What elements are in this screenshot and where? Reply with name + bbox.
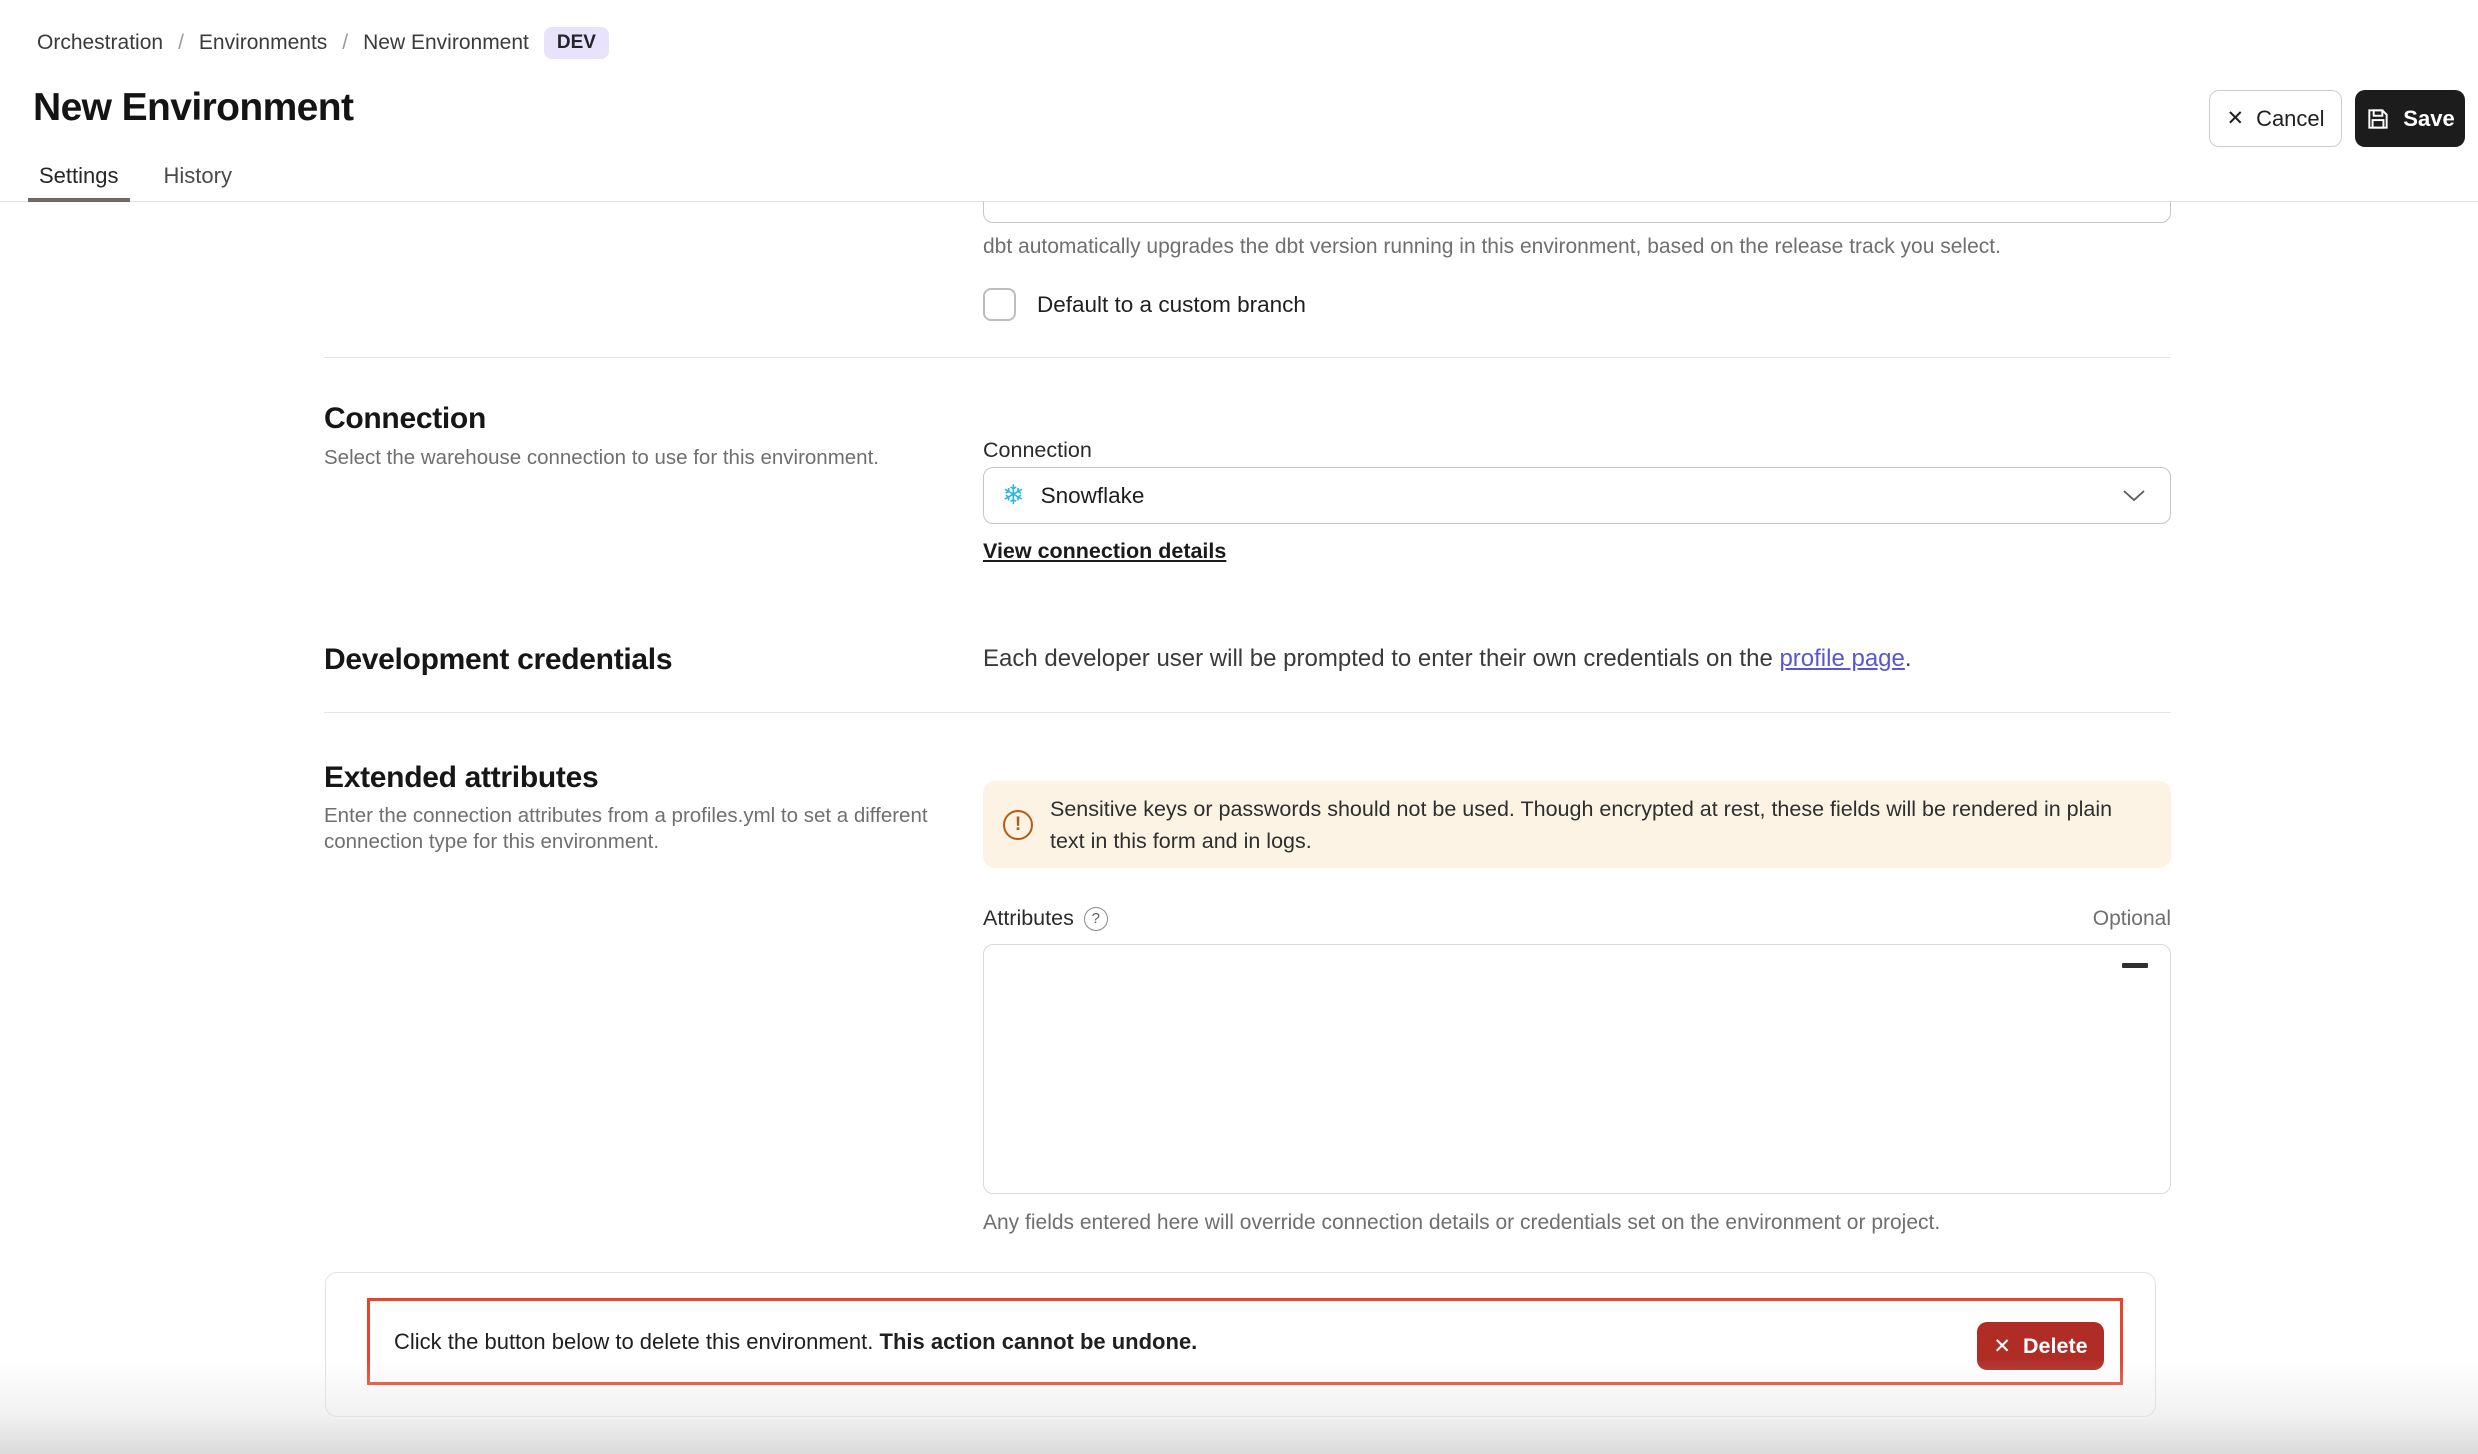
delete-button[interactable]: ✕ Delete (1977, 1322, 2104, 1370)
delete-highlight-box: Click the button below to delete this en… (367, 1298, 2123, 1385)
delete-message-bold: This action cannot be undone. (880, 1329, 1198, 1354)
dev-badge: DEV (544, 27, 609, 59)
connection-select[interactable]: ❄ Snowflake (983, 467, 2171, 524)
connection-heading: Connection (324, 402, 486, 436)
custom-branch-label: Default to a custom branch (1037, 292, 1306, 318)
connection-selected-value: Snowflake (1041, 483, 2122, 509)
extended-attributes-description: Enter the connection attributes from a p… (324, 803, 969, 855)
delete-message: Click the button below to delete this en… (394, 1329, 1197, 1355)
connection-description: Select the warehouse connection to use f… (324, 445, 964, 471)
close-icon: ✕ (2226, 108, 2244, 129)
view-connection-details-link[interactable]: View connection details (983, 539, 1226, 564)
section-divider (324, 712, 2171, 713)
attributes-editor[interactable] (983, 944, 2171, 1194)
tab-history[interactable]: History (153, 154, 243, 202)
custom-branch-row: Default to a custom branch (983, 288, 1306, 321)
save-icon (2365, 106, 2391, 132)
sensitive-keys-warning: ! Sensitive keys or passwords should not… (983, 781, 2171, 868)
release-track-helper: dbt automatically upgrades the dbt versi… (983, 235, 2001, 259)
help-icon[interactable]: ? (1084, 907, 1108, 931)
extended-attributes-heading: Extended attributes (324, 761, 598, 795)
devcred-text-after: . (1905, 645, 1912, 672)
warning-text: Sensitive keys or passwords should not b… (1050, 793, 2151, 857)
tab-settings[interactable]: Settings (28, 154, 130, 202)
page-header: Orchestration / Environments / New Envir… (0, 0, 2478, 202)
breadcrumb: Orchestration / Environments / New Envir… (37, 27, 609, 59)
profile-page-link[interactable]: profile page (1779, 645, 1904, 672)
connection-field-label: Connection (983, 438, 1092, 463)
devcred-text-before: Each developer user will be prompted to … (983, 645, 1779, 672)
breadcrumb-orchestration[interactable]: Orchestration (37, 31, 163, 55)
attributes-label-row: Attributes ? Optional (983, 906, 2171, 931)
section-divider (324, 357, 2171, 358)
alert-circle-icon: ! (1003, 810, 1033, 840)
save-button-label: Save (2403, 106, 2454, 132)
attributes-field-label: Attributes (983, 906, 1074, 931)
breadcrumb-separator: / (178, 31, 184, 55)
breadcrumb-new-environment[interactable]: New Environment (363, 31, 529, 55)
chevron-down-icon (2122, 489, 2146, 502)
optional-label: Optional (2093, 907, 2171, 931)
page-title: New Environment (33, 86, 353, 130)
danger-zone-card: Click the button below to delete this en… (325, 1272, 2156, 1417)
snowflake-icon: ❄ (1002, 482, 1025, 509)
development-credentials-text: Each developer user will be prompted to … (983, 645, 1912, 673)
delete-button-label: Delete (2023, 1334, 2088, 1359)
custom-branch-checkbox[interactable] (983, 288, 1016, 321)
breadcrumb-separator: / (342, 31, 348, 55)
save-button[interactable]: Save (2355, 90, 2465, 147)
cancel-button[interactable]: ✕ Cancel (2209, 90, 2342, 147)
close-icon: ✕ (1993, 1336, 2011, 1357)
tab-bar: Settings History (28, 154, 243, 202)
environment-settings-page: Orchestration / Environments / New Envir… (0, 0, 2478, 1454)
development-credentials-heading: Development credentials (324, 643, 672, 677)
cancel-button-label: Cancel (2256, 106, 2324, 132)
breadcrumb-environments[interactable]: Environments (199, 31, 327, 55)
attributes-helper: Any fields entered here will override co… (983, 1211, 1940, 1235)
collapse-icon[interactable] (2122, 963, 2148, 968)
delete-message-regular: Click the button below to delete this en… (394, 1329, 880, 1354)
